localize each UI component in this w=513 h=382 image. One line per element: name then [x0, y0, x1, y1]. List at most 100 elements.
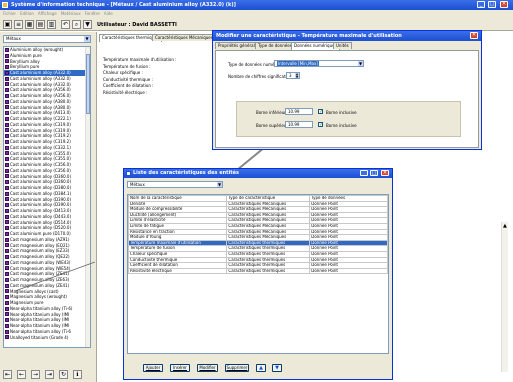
type-select[interactable]: Intervalle [Min,Max] ▼	[274, 60, 364, 67]
tree-icon[interactable]: ▤	[36, 20, 45, 29]
maximize-button[interactable]: □	[488, 1, 496, 8]
material-icon	[5, 128, 9, 133]
material-icon	[5, 231, 9, 236]
material-icon	[5, 116, 9, 121]
menu-item[interactable]: Edition	[20, 10, 34, 17]
list-item[interactable]: Unalloyed titanium (Grade 4)	[4, 335, 86, 341]
lower-inclusive-checkbox[interactable]: ✓	[318, 109, 323, 115]
material-icon	[5, 277, 9, 282]
menu-item[interactable]: Fichier	[3, 10, 16, 17]
maximize-button[interactable]: □	[370, 170, 378, 176]
upper-bound-value: 10.99	[288, 122, 300, 127]
material-icon	[5, 312, 9, 317]
numeric-tab-body: Type de données numériques : Intervalle …	[215, 50, 479, 148]
material-icon	[5, 99, 9, 104]
close-button[interactable]: ✕	[500, 1, 508, 8]
material-icon	[5, 47, 9, 52]
material-icon	[5, 329, 9, 334]
prev-icon[interactable]: ←	[17, 370, 26, 379]
first-icon[interactable]: ⇤	[3, 370, 12, 379]
characteristics-tabs: Caractéristiques thermiques Caractéristi…	[99, 34, 219, 43]
undo-icon[interactable]: ↶	[61, 20, 70, 29]
bottom-toolbar: ⇤ ← → ⇥ ↻ ℹ	[3, 368, 93, 380]
modify-button[interactable]: Modifier	[197, 364, 218, 372]
chevron-down-icon[interactable]: ▼	[217, 182, 222, 187]
lower-bound-input[interactable]: 10.99	[285, 108, 313, 115]
panel-scrollbar[interactable]: ▲	[501, 222, 508, 372]
tab-data-type[interactable]: Type de données	[255, 42, 295, 49]
filter-icon[interactable]: ▼	[83, 20, 92, 29]
category-select[interactable]: Métaux ▼	[3, 35, 91, 43]
next-icon[interactable]: →	[31, 370, 40, 379]
stepper-arrows-icon[interactable]: ▲ ▼	[295, 73, 299, 78]
material-icon	[5, 174, 9, 179]
material-icon	[5, 134, 9, 139]
list-category-select[interactable]: Métaux ▼	[127, 181, 223, 188]
window-icon	[126, 171, 131, 176]
grid-icon[interactable]: ▦	[25, 20, 34, 29]
upper-inclusive-label: Borne inclusive	[326, 123, 357, 128]
list-category-value: Métaux	[130, 182, 145, 187]
info-icon[interactable]: ℹ	[73, 370, 82, 379]
material-icon	[5, 243, 9, 248]
material-icon	[5, 151, 9, 156]
material-icon	[5, 191, 9, 196]
material-icon	[5, 272, 9, 277]
char-item: Température maximale d'utilisation :	[103, 57, 177, 62]
delete-button[interactable]: Supprimer	[225, 364, 249, 372]
material-icon	[5, 122, 9, 127]
type-value: Intervalle [Min,Max]	[277, 61, 319, 66]
material-icon	[5, 157, 9, 162]
material-icon	[5, 220, 9, 225]
close-button[interactable]: ✕	[470, 32, 478, 39]
main-titlebar: Système d'information technique - [Métau…	[0, 0, 513, 10]
digits-stepper[interactable]: 3 ▲ ▼	[286, 72, 300, 79]
last-icon[interactable]: ⇥	[45, 370, 54, 379]
material-icon	[5, 203, 9, 208]
menu-item[interactable]: Aide	[104, 10, 113, 17]
move-up-button[interactable]: ▲	[256, 364, 266, 372]
table-cell: Caractéristiques thermiques	[226, 267, 311, 275]
save-icon[interactable]: ▣	[3, 20, 12, 29]
material-icon	[5, 65, 9, 70]
material-icon	[5, 59, 9, 64]
minimize-button[interactable]: _	[360, 170, 368, 176]
material-icon	[5, 197, 9, 202]
tab-units[interactable]: Unités	[333, 42, 352, 49]
modify-dialog-titlebar: Modifier une caractéristique - Températu…	[213, 31, 481, 41]
material-icon	[5, 88, 9, 93]
material-icon	[5, 82, 9, 87]
tab-mechanical[interactable]: Caractéristiques Mécaniques	[152, 34, 216, 41]
menu-item[interactable]: Matériaux	[61, 10, 81, 17]
list-scrollbar[interactable]	[85, 47, 90, 347]
table-row[interactable]: Résistivité électrique Caractéristiques t…	[128, 267, 388, 275]
minimize-button[interactable]: _	[477, 1, 485, 8]
insert-button[interactable]: Insérer	[170, 364, 190, 372]
list-window-title: Liste des caractéristiques des entités	[133, 170, 240, 176]
menu-bar: Fichier Edition Affichage Matériaux Fenê…	[0, 10, 513, 17]
characteristics-list: Température maximale d'utilisation : Tem…	[103, 57, 177, 96]
material-icon	[5, 139, 9, 144]
material-icon	[5, 93, 9, 98]
table-icon[interactable]: ▥	[47, 20, 56, 29]
scroll-thumb[interactable]	[86, 54, 90, 114]
material-icon	[5, 214, 9, 219]
material-icon	[5, 295, 9, 300]
search-icon[interactable]: ⌕	[72, 20, 81, 29]
material-icon	[5, 318, 9, 323]
list-icon[interactable]: ≡	[14, 20, 23, 29]
upper-inclusive-checkbox[interactable]: ✓	[318, 122, 323, 128]
table-cell: Résistivité électrique	[128, 267, 228, 275]
material-icon	[5, 111, 9, 116]
chevron-down-icon[interactable]: ▼	[358, 61, 363, 66]
move-down-button[interactable]: ▼	[272, 364, 282, 372]
refresh-icon[interactable]: ↻	[59, 370, 68, 379]
material-icon	[5, 283, 9, 288]
add-button[interactable]: Ajouter	[143, 364, 163, 372]
menu-item[interactable]: Fenêtre	[85, 10, 100, 17]
close-button[interactable]: ✕	[381, 170, 389, 176]
upper-bound-input[interactable]: 10.99	[285, 121, 313, 128]
menu-item[interactable]: Affichage	[38, 10, 57, 17]
chevron-down-icon[interactable]: ▼	[84, 36, 90, 42]
material-icon	[5, 260, 9, 265]
